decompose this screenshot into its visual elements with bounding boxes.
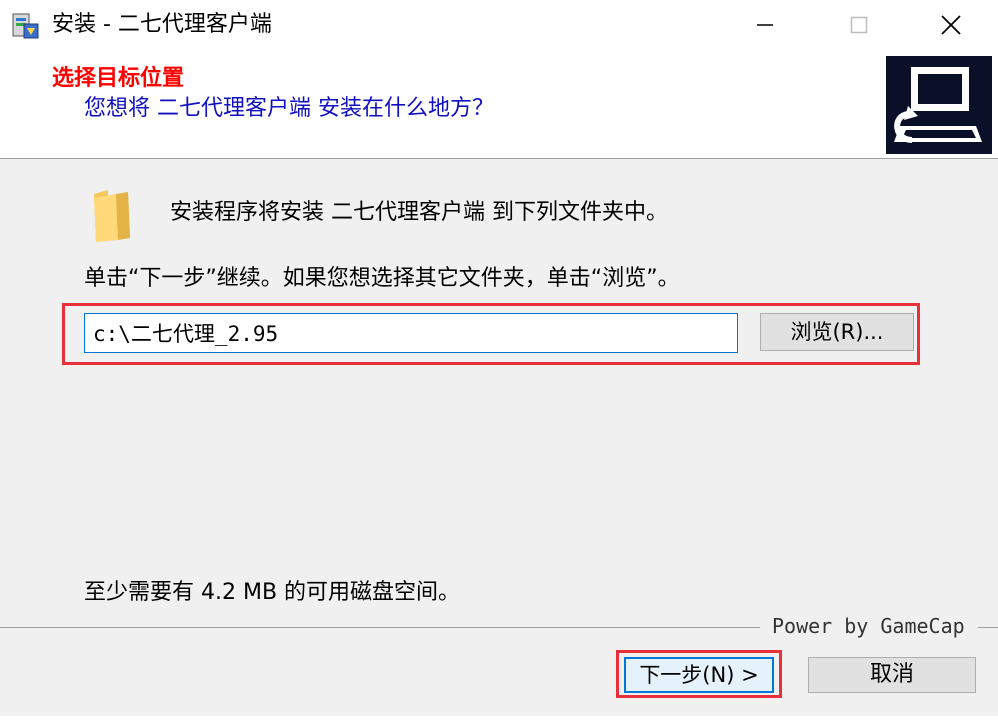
close-button[interactable] [906, 0, 996, 50]
close-icon [941, 15, 961, 35]
wizard-logo [886, 56, 992, 154]
instruction-text: 单击“下一步”继续。如果您想选择其它文件夹，单击“浏览”。 [84, 266, 680, 291]
disk-space-text: 至少需要有 4.2 MB 的可用磁盘空间。 [84, 580, 461, 605]
window-title: 安装 - 二七代理客户端 [52, 12, 272, 37]
installer-app-icon [12, 13, 39, 39]
footer-divider [0, 627, 760, 628]
minimize-icon [757, 24, 773, 26]
window-bottom-edge [0, 716, 998, 722]
footer-divider-end [978, 627, 998, 628]
powered-by-label: Power by GameCap [772, 614, 965, 638]
computer-install-icon [894, 67, 982, 143]
wizard-header: 选择目标位置 您想将 二七代理客户端 安装在什么地方？ [0, 50, 998, 159]
cancel-button[interactable]: 取消 [808, 657, 976, 693]
page-title: 选择目标位置 [52, 66, 185, 91]
folder-icon [94, 190, 130, 242]
next-button[interactable]: 下一步(N) > [624, 657, 774, 693]
install-path-input[interactable] [84, 313, 738, 353]
installer-window: 安装 - 二七代理客户端 选择目标位置 您想将 二七代理客户端 安装在什么地方？ [0, 0, 998, 722]
page-subtitle: 您想将 二七代理客户端 安装在什么地方？ [84, 96, 494, 121]
minimize-button[interactable] [720, 0, 810, 50]
install-intro-text: 安装程序将安装 二七代理客户端 到下列文件夹中。 [170, 200, 668, 225]
title-bar[interactable]: 安装 - 二七代理客户端 [0, 0, 998, 50]
maximize-button[interactable] [814, 0, 904, 50]
maximize-icon [850, 16, 868, 34]
browse-button[interactable]: 浏览(R)... [760, 313, 914, 351]
